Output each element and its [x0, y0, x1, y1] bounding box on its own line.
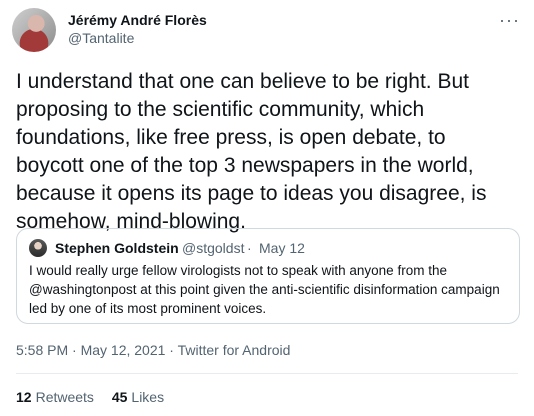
- author-name[interactable]: Jérémy André Florès: [68, 12, 207, 28]
- tweet-header: Jérémy André Florès @Tantalite ···: [12, 8, 522, 56]
- retweets-count: 12: [16, 389, 32, 405]
- quoted-date: May 12: [259, 240, 305, 256]
- author-handle[interactable]: @Tantalite: [68, 30, 134, 46]
- quoted-tweet-text: I would really urge fellow virologists n…: [29, 263, 500, 316]
- more-horizontal-icon[interactable]: ···: [499, 10, 520, 31]
- quoted-author-avatar: [29, 239, 47, 257]
- likes-stat[interactable]: 45 Likes: [112, 389, 164, 405]
- quoted-separator: ·: [247, 240, 252, 256]
- tweet-stats: 12 Retweets 45 Likes: [16, 389, 178, 405]
- tweet-text: I understand that one can believe to be …: [16, 70, 487, 233]
- quoted-author-name: Stephen Goldstein: [55, 240, 179, 256]
- quoted-author-handle: @stgoldst: [182, 240, 245, 256]
- retweets-stat[interactable]: 12 Retweets: [16, 389, 98, 405]
- retweets-label: Retweets: [35, 389, 94, 405]
- quoted-tweet[interactable]: Stephen Goldstein @stgoldst · May 12 I w…: [16, 228, 520, 324]
- likes-label: Likes: [131, 389, 165, 405]
- tweet-timestamp[interactable]: 5:58 PM · May 12, 2021 · Twitter for And…: [16, 342, 290, 358]
- likes-count: 45: [111, 389, 128, 405]
- divider: [16, 373, 518, 374]
- author-avatar[interactable]: [12, 8, 56, 52]
